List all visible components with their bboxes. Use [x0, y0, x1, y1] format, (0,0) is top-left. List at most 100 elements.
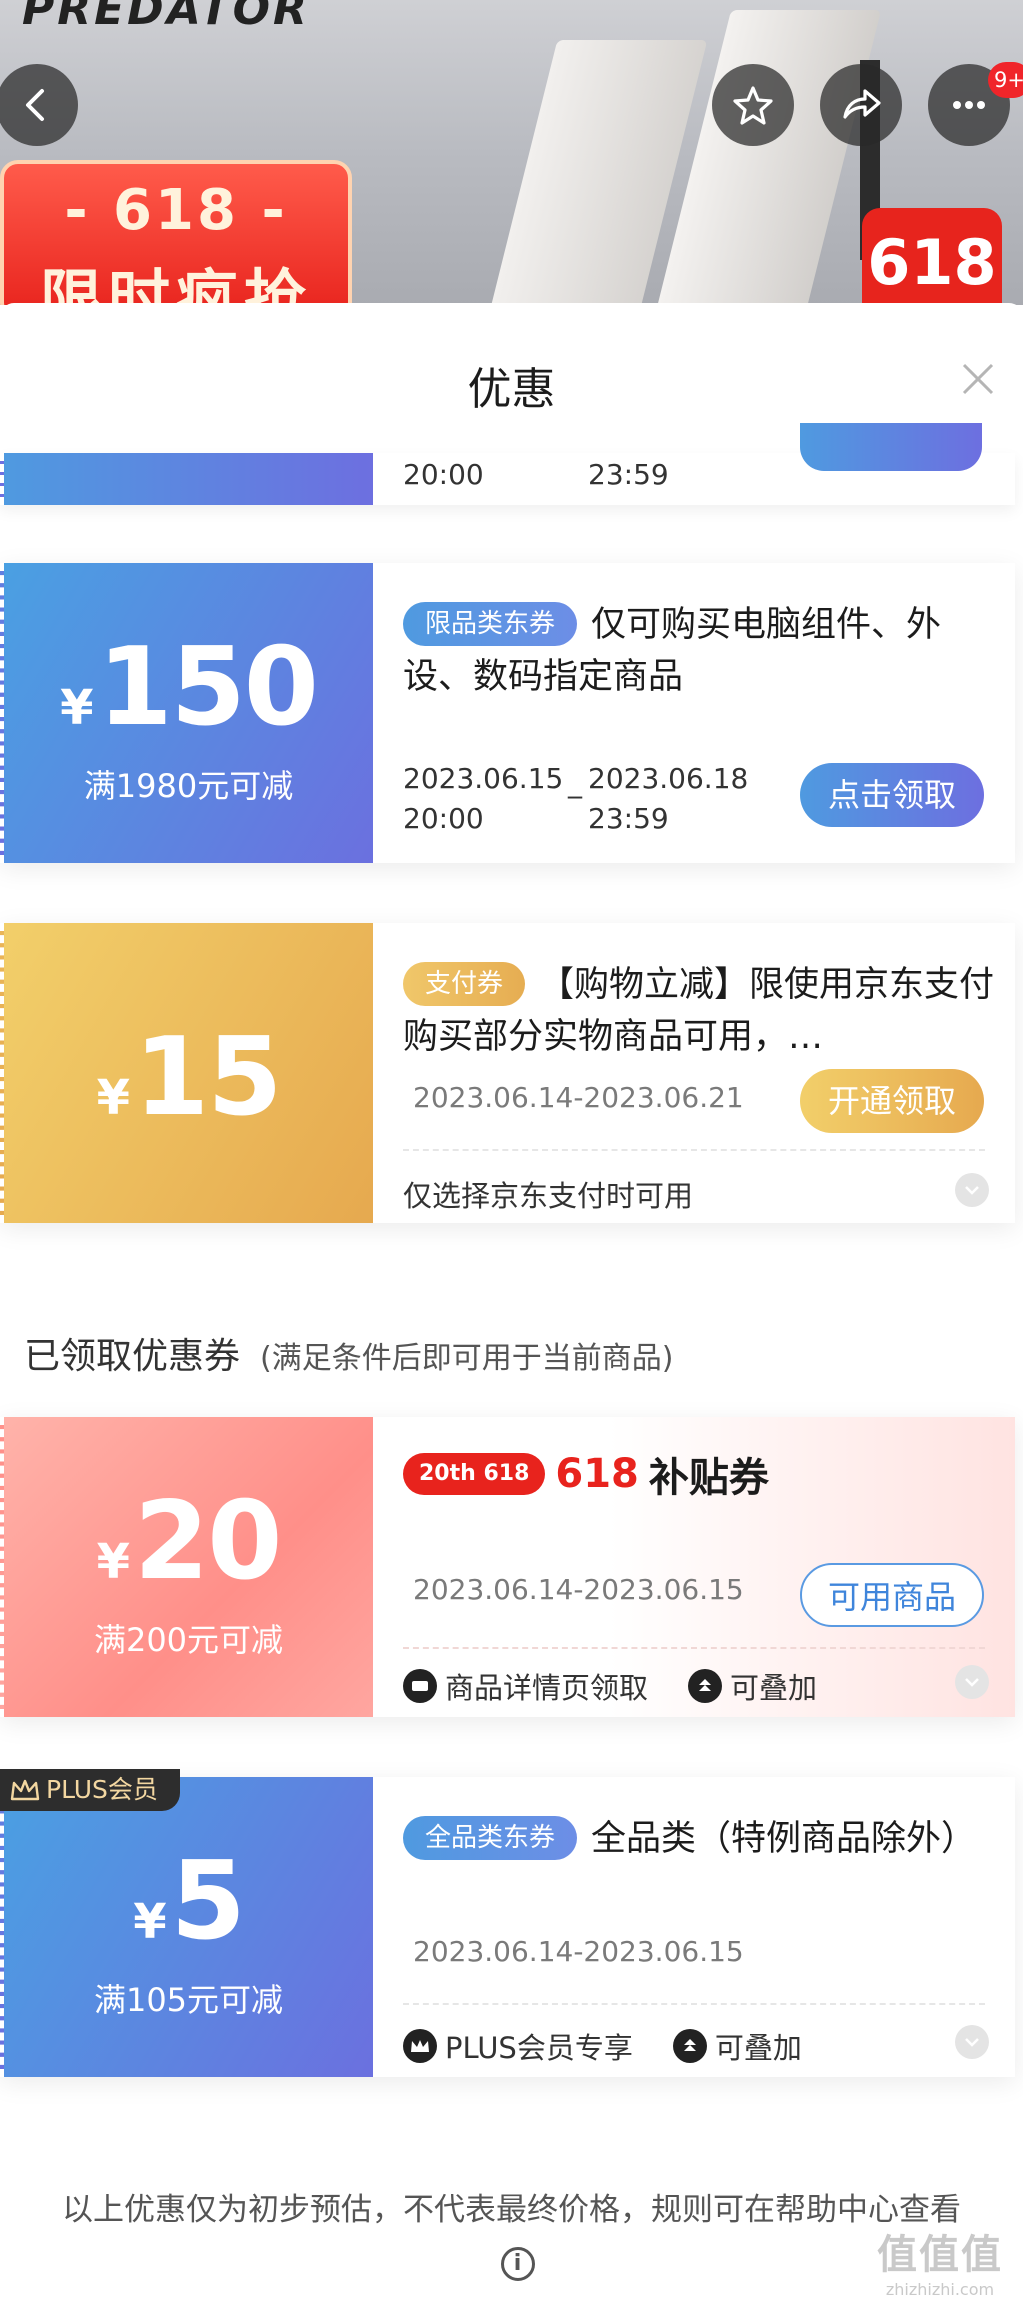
- share-icon: [843, 89, 881, 119]
- coupon-footer: 商品详情页领取 可叠加: [403, 1665, 817, 1707]
- promo-line2: 限时疯抢: [39, 262, 312, 305]
- coupon-card: ¥ 150 满1980元可减 限品类东券 仅可购买电脑组件、外设、数码指定商品 2…: [0, 563, 1015, 863]
- 618-logo: 20th 618: [403, 1453, 546, 1495]
- subsidy-title: 20th 618 618 补贴券: [403, 1445, 769, 1503]
- coupon-left: ¥ 15: [0, 923, 373, 1223]
- back-button[interactable]: [0, 64, 78, 146]
- badge-618: 618: [862, 208, 1002, 305]
- coupon-date-end: 2023.06.18: [588, 762, 749, 795]
- coupon-date-start: 2023.06.15: [403, 762, 564, 795]
- claimed-coupon-card: ¥ 20 满200元可减 20th 618 618 补贴券 2023.06.14-…: [0, 1417, 1015, 1717]
- coupon-divider: [403, 1647, 985, 1649]
- currency-symbol: ¥: [60, 680, 94, 736]
- info-icon[interactable]: i: [500, 2247, 535, 2281]
- more-dots-icon: [953, 101, 985, 109]
- coupon-condition: 满1980元可减: [83, 767, 294, 805]
- coupon-right-partial: 20:00 23:59: [373, 423, 1015, 505]
- chevron-left-icon: [26, 89, 44, 121]
- coupon-time-start: 20:00: [403, 458, 484, 491]
- brand-logo: PREDATOR: [22, 0, 310, 35]
- coupon-left-partial: [0, 453, 373, 505]
- coupon-footer: 仅选择京东支付时可用: [403, 1173, 693, 1215]
- available-products-button[interactable]: 可用商品: [800, 1563, 984, 1627]
- coupon-right: 20th 618 618 补贴券 2023.06.14-2023.06.15 可用…: [373, 1417, 1015, 1717]
- coupon-condition: 满200元可减: [93, 1621, 284, 1659]
- star-icon: [733, 86, 773, 125]
- coupon-description: 全品类东券 全品类（特例商品除外）: [403, 1813, 995, 1865]
- footer-left-text: 商品详情页领取: [445, 1671, 649, 1705]
- plus-tag-text: PLUS会员: [46, 1775, 158, 1804]
- bottom-note-text: 以上优惠仅为初步预估，不代表最终价格，规则可在帮助中心查看: [62, 2192, 961, 2228]
- coupon-button-partial[interactable]: [800, 423, 982, 471]
- coupon-left: ¥ 5 满105元可减: [0, 1777, 373, 2077]
- coupon-condition: 满105元可减: [93, 1981, 284, 2019]
- coupon-amount-value: 15: [134, 1015, 282, 1140]
- coupon-amount: ¥ 20: [4, 1479, 373, 1604]
- coupon-date-range: 2023.06.14-2023.06.21: [413, 1081, 744, 1114]
- coupon-right: 全品类东券 全品类（特例商品除外） 2023.06.14-2023.06.15 P…: [373, 1777, 1015, 2077]
- watermark-logo: 值值值: [877, 2232, 1003, 2278]
- footer-left-text: PLUS会员专享: [445, 2031, 633, 2065]
- coupon-left: ¥ 150 满1980元可减: [0, 563, 373, 863]
- coupon-card: ¥ 15 支付券 【购物立减】限使用京东支付购买部分实物商品可用，… 2023.0…: [0, 923, 1015, 1223]
- claimed-section-title: 已领取优惠券 (满足条件后即可用于当前商品): [24, 1327, 673, 1379]
- promo-line1: - 618 -: [64, 178, 288, 243]
- coupon-date-range: 2023.06.14-2023.06.15: [413, 1935, 744, 1968]
- currency-symbol: ¥: [133, 1894, 167, 1950]
- ticket-icon: [403, 1669, 437, 1703]
- footer-item-stackable: 可叠加: [672, 2025, 802, 2067]
- footer-item-source: 商品详情页领取: [403, 1665, 648, 1707]
- footer-right-text: 可叠加: [730, 1671, 818, 1705]
- discount-sheet: 优惠 20:00 23:59 ¥ 150 满1980元可减 限品类东券 仅可购买电…: [0, 303, 1023, 2309]
- stack-icon: [688, 1669, 723, 1703]
- coupon-footer: PLUS会员专享 可叠加: [403, 2025, 802, 2067]
- coupon-amount: ¥ 5: [4, 1839, 373, 1964]
- coupon-date-separator: _: [568, 766, 582, 799]
- favorite-button[interactable]: [712, 64, 794, 146]
- coupon-date-range: 2023.06.14-2023.06.15: [413, 1573, 744, 1606]
- coupon-left: ¥ 20 满200元可减: [0, 1417, 373, 1717]
- coupon-footer-text: 仅选择京东支付时可用: [403, 1179, 694, 1213]
- coupon-tag: 限品类东券: [403, 602, 578, 646]
- coupon-time-end: 23:59: [588, 802, 669, 835]
- coupon-right: 限品类东券 仅可购买电脑组件、外设、数码指定商品 2023.06.15 _ 202…: [373, 563, 1015, 863]
- expand-chevron-icon[interactable]: [955, 1173, 989, 1207]
- claim-button[interactable]: 点击领取: [800, 763, 984, 827]
- coupon-description: 限品类东券 仅可购买电脑组件、外设、数码指定商品: [403, 599, 995, 703]
- coupon-tag: 全品类东券: [403, 1816, 578, 1860]
- coupon-amount-value: 20: [134, 1479, 282, 1604]
- coupon-divider: [403, 1149, 985, 1151]
- claimed-title: 已领取优惠券: [24, 1336, 241, 1377]
- crown-icon: [403, 2029, 437, 2063]
- coupon-divider: [403, 2003, 985, 2005]
- footer-right-text: 可叠加: [714, 2031, 802, 2065]
- crown-icon: [10, 1779, 40, 1801]
- activate-claim-button[interactable]: 开通领取: [800, 1069, 984, 1133]
- expand-chevron-icon[interactable]: [955, 1665, 989, 1699]
- footer-item-stackable: 可叠加: [688, 1665, 817, 1707]
- notification-badge: 9+: [988, 62, 1023, 98]
- subsidy-title-618: 618: [555, 1451, 639, 1497]
- watermark-url: zhizhizhi.com: [885, 2280, 995, 2299]
- coupon-amount-value: 5: [170, 1839, 246, 1964]
- close-icon[interactable]: [958, 359, 998, 399]
- coupon-amount: ¥ 15: [4, 1015, 373, 1140]
- coupon-description: 支付券 【购物立减】限使用京东支付购买部分实物商品可用，…: [403, 959, 995, 1063]
- currency-symbol: ¥: [96, 1534, 131, 1590]
- coupon-tag: 支付券: [403, 962, 526, 1006]
- share-button[interactable]: [820, 64, 902, 146]
- coupon-right: 支付券 【购物立减】限使用京东支付购买部分实物商品可用，… 2023.06.14-…: [373, 923, 1015, 1223]
- footer-item-plus: PLUS会员专享: [403, 2025, 633, 2067]
- sheet-title: 优惠: [467, 364, 556, 415]
- subsidy-title-text: 补贴券: [648, 1455, 769, 1501]
- promo-badge: - 618 - 限时疯抢: [0, 160, 352, 305]
- coupon-amount: ¥ 150: [4, 625, 373, 750]
- stack-icon: [672, 2029, 707, 2063]
- expand-chevron-icon[interactable]: [955, 2025, 989, 2059]
- bottom-disclaimer: 以上优惠仅为初步预估，不代表最终价格，规则可在帮助中心查看 i: [40, 2187, 983, 2281]
- product-banner: PREDATOR - 618 - 限时疯抢 618 9+: [0, 0, 1023, 305]
- claimed-subtitle: (满足条件后即可用于当前商品): [260, 1341, 674, 1376]
- coupon-time-start: 20:00: [403, 802, 484, 835]
- watermark: 值值值 zhizhizhi.com: [870, 2222, 1010, 2299]
- plus-member-tag: PLUS会员: [0, 1769, 180, 1811]
